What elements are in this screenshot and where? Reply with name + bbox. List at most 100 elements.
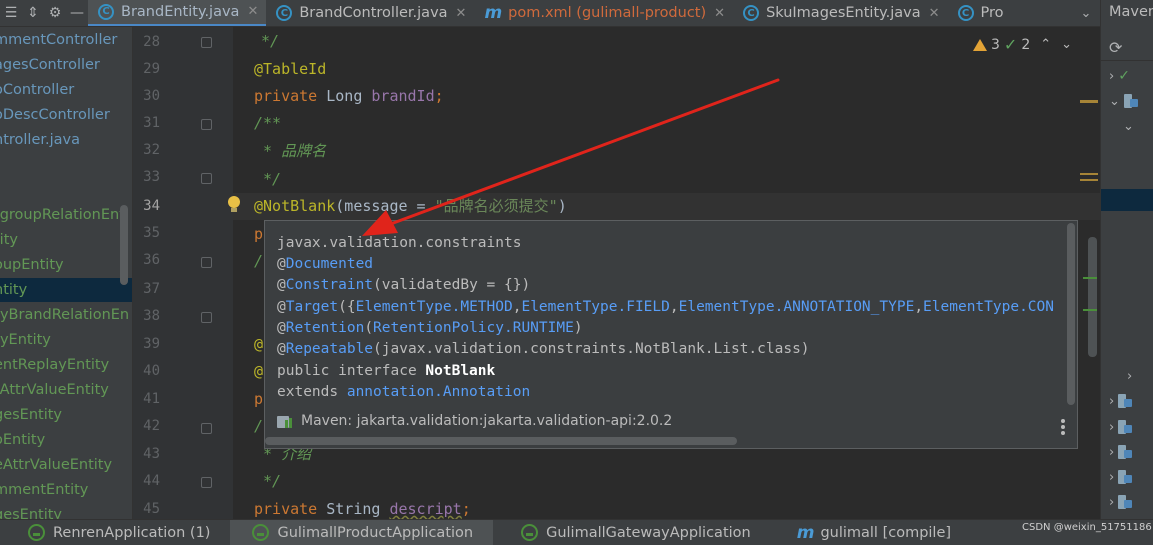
maven-tree-row[interactable]: › bbox=[1109, 490, 1153, 514]
tree-item[interactable]: oDescController bbox=[0, 103, 132, 127]
chevron-right-icon[interactable]: › bbox=[1109, 495, 1114, 510]
run-tab-gateway[interactable]: GulimallGatewayApplication bbox=[493, 520, 771, 545]
code-line: @ bbox=[254, 362, 264, 380]
tree-item[interactable]: agesController bbox=[0, 53, 132, 77]
chevron-right-icon[interactable]: › bbox=[1127, 369, 1132, 384]
tree-item[interactable]: rgroupRelationEnt bbox=[0, 203, 132, 227]
doc-horizontal-scrollbar[interactable] bbox=[265, 437, 737, 445]
run-tab-gulimall-compile[interactable]: m gulimall [compile] bbox=[771, 520, 971, 545]
tree-item[interactable]: entReplayEntity bbox=[0, 353, 132, 377]
chevron-down-icon[interactable]: ⌄ bbox=[1061, 37, 1072, 52]
doc-link[interactable]: Constraint bbox=[286, 277, 373, 293]
fold-marker-icon[interactable] bbox=[201, 257, 212, 268]
tab-brand-entity[interactable]: C BrandEntity.java ✕ bbox=[88, 0, 267, 26]
maven-tree-row[interactable]: › bbox=[1127, 364, 1153, 388]
run-tab-renren[interactable]: RenrenApplication (1) bbox=[0, 520, 230, 545]
lightbulb-icon[interactable] bbox=[225, 193, 243, 217]
line-number: 31 bbox=[143, 115, 160, 131]
close-icon[interactable]: ✕ bbox=[714, 6, 725, 21]
minimize-icon[interactable]: — bbox=[66, 0, 88, 26]
tab-pro[interactable]: C Pro bbox=[948, 0, 1012, 26]
fold-marker-icon[interactable] bbox=[201, 119, 212, 130]
maven-tree-row[interactable]: ⌄ bbox=[1123, 114, 1153, 138]
more-options-icon[interactable] bbox=[1061, 419, 1065, 435]
tree-item[interactable]: eAttrValueEntity bbox=[0, 453, 132, 477]
tree-item-label: gesEntity bbox=[0, 507, 63, 519]
fold-marker-icon[interactable] bbox=[201, 423, 212, 434]
gear-icon[interactable]: ⚙ bbox=[44, 0, 66, 26]
close-icon[interactable]: ✕ bbox=[456, 6, 467, 21]
doc-footer: Maven: jakarta.validation:jakarta.valida… bbox=[277, 411, 672, 431]
error-stripe-mark[interactable] bbox=[1080, 173, 1098, 175]
editor-scrollbar[interactable] bbox=[1088, 237, 1097, 357]
tree-item-selected[interactable]: ntity bbox=[0, 278, 132, 302]
chevron-down-icon[interactable]: ⌄ bbox=[1109, 94, 1120, 109]
chevron-right-icon[interactable]: › bbox=[1109, 420, 1114, 435]
tree-item[interactable]: oupEntity bbox=[0, 253, 132, 277]
maven-tree-row[interactable]: › bbox=[1109, 465, 1153, 489]
doc-link[interactable]: Documented bbox=[286, 256, 373, 272]
tree-item[interactable]: oEntity bbox=[0, 428, 132, 452]
chevron-up-icon[interactable]: ⌃ bbox=[1040, 37, 1051, 52]
tree-item[interactable]: gesEntity bbox=[0, 503, 132, 519]
doc-link[interactable]: Retention bbox=[286, 320, 365, 336]
maven-tree-row[interactable]: › ✓ bbox=[1109, 64, 1153, 88]
tab-brand-controller[interactable]: C BrandController.java ✕ bbox=[266, 0, 474, 26]
tree-item[interactable]: mmentEntity bbox=[0, 478, 132, 502]
inspection-widget[interactable]: 3 ✓ 2 ⌃ ⌄ bbox=[973, 35, 1072, 54]
doc-link[interactable]: Target bbox=[286, 299, 338, 315]
quick-documentation-popup[interactable]: javax.validation.constraints @Documented… bbox=[264, 220, 1078, 449]
tree-item-label: ryEntity bbox=[0, 332, 51, 348]
tab-label: SkuImagesEntity.java bbox=[766, 5, 921, 21]
chevron-right-icon[interactable]: › bbox=[1109, 69, 1114, 84]
maven-tree-row[interactable]: ⌄ bbox=[1109, 89, 1153, 113]
doc-link[interactable]: ElementType.METHOD bbox=[356, 299, 513, 315]
chevron-down-icon[interactable]: ⌄ bbox=[1072, 0, 1100, 26]
code-line: @ bbox=[254, 335, 264, 353]
chevron-right-icon[interactable]: › bbox=[1109, 445, 1114, 460]
error-stripe-mark[interactable] bbox=[1080, 179, 1098, 181]
fold-marker-icon[interactable] bbox=[201, 477, 212, 488]
editor-tab-bar: ☰ ⇕ ⚙ — C BrandEntity.java ✕ C BrandCont… bbox=[0, 0, 1100, 27]
doc-link[interactable]: ElementType.FIELD bbox=[521, 299, 669, 315]
expand-collapse-icon[interactable]: ⇕ bbox=[22, 0, 44, 26]
chevron-down-icon[interactable]: ⌄ bbox=[1123, 119, 1134, 134]
tree-item[interactable]: tity bbox=[0, 228, 132, 252]
doc-link[interactable]: ElementType.ANNOTATION_TYPE bbox=[679, 299, 915, 315]
tree-item[interactable]: ryBrandRelationEn bbox=[0, 303, 132, 327]
maven-selected-row[interactable] bbox=[1101, 189, 1153, 211]
tab-sku-images-entity[interactable]: C SkuImagesEntity.java ✕ bbox=[733, 0, 947, 26]
tab-pom-xml[interactable]: m pom.xml (gulimall-product) ✕ bbox=[474, 0, 733, 26]
run-tab-product[interactable]: GulimallProductApplication bbox=[230, 520, 494, 545]
tree-item[interactable]: tAttrValueEntity bbox=[0, 378, 132, 402]
collapse-all-icon[interactable]: ☰ bbox=[0, 0, 22, 26]
error-stripe-mark[interactable] bbox=[1080, 100, 1098, 103]
doc-vertical-scrollbar[interactable] bbox=[1067, 223, 1075, 405]
doc-link[interactable]: ElementType.CON bbox=[923, 299, 1054, 315]
fold-marker-icon[interactable] bbox=[201, 312, 212, 323]
reload-icon[interactable]: ⟳ bbox=[1109, 35, 1153, 59]
tree-item-label: tAttrValueEntity bbox=[0, 382, 109, 398]
project-scrollbar[interactable] bbox=[120, 205, 128, 285]
chevron-right-icon[interactable]: › bbox=[1109, 470, 1114, 485]
close-icon[interactable]: ✕ bbox=[929, 6, 940, 21]
chevron-right-icon[interactable]: › bbox=[1109, 394, 1114, 409]
line-number: 36 bbox=[143, 252, 160, 268]
close-icon[interactable]: ✕ bbox=[247, 4, 258, 19]
maven-tree-row[interactable]: › bbox=[1109, 440, 1153, 464]
maven-tree-row[interactable]: › bbox=[1109, 415, 1153, 439]
tree-item[interactable]: ryEntity bbox=[0, 328, 132, 352]
line-number: 40 bbox=[143, 363, 160, 379]
maven-tree-row[interactable]: › bbox=[1109, 389, 1153, 413]
doc-link[interactable]: Repeatable bbox=[286, 341, 373, 357]
fold-marker-icon[interactable] bbox=[201, 173, 212, 184]
maven-tool-window: Maven ⟳ › ✓ ⌄ ⌄ › › › › › › bbox=[1100, 0, 1153, 519]
tree-item[interactable]: mmentController bbox=[0, 28, 132, 52]
fold-marker-icon[interactable] bbox=[201, 37, 212, 48]
doc-link[interactable]: annotation.Annotation bbox=[347, 384, 530, 400]
tree-item[interactable]: gesEntity bbox=[0, 403, 132, 427]
tree-item[interactable]: ntroller.java bbox=[0, 128, 132, 152]
doc-link[interactable]: RetentionPolicy.RUNTIME bbox=[373, 320, 574, 336]
tree-item[interactable]: oController bbox=[0, 78, 132, 102]
code-line: / bbox=[254, 252, 264, 270]
